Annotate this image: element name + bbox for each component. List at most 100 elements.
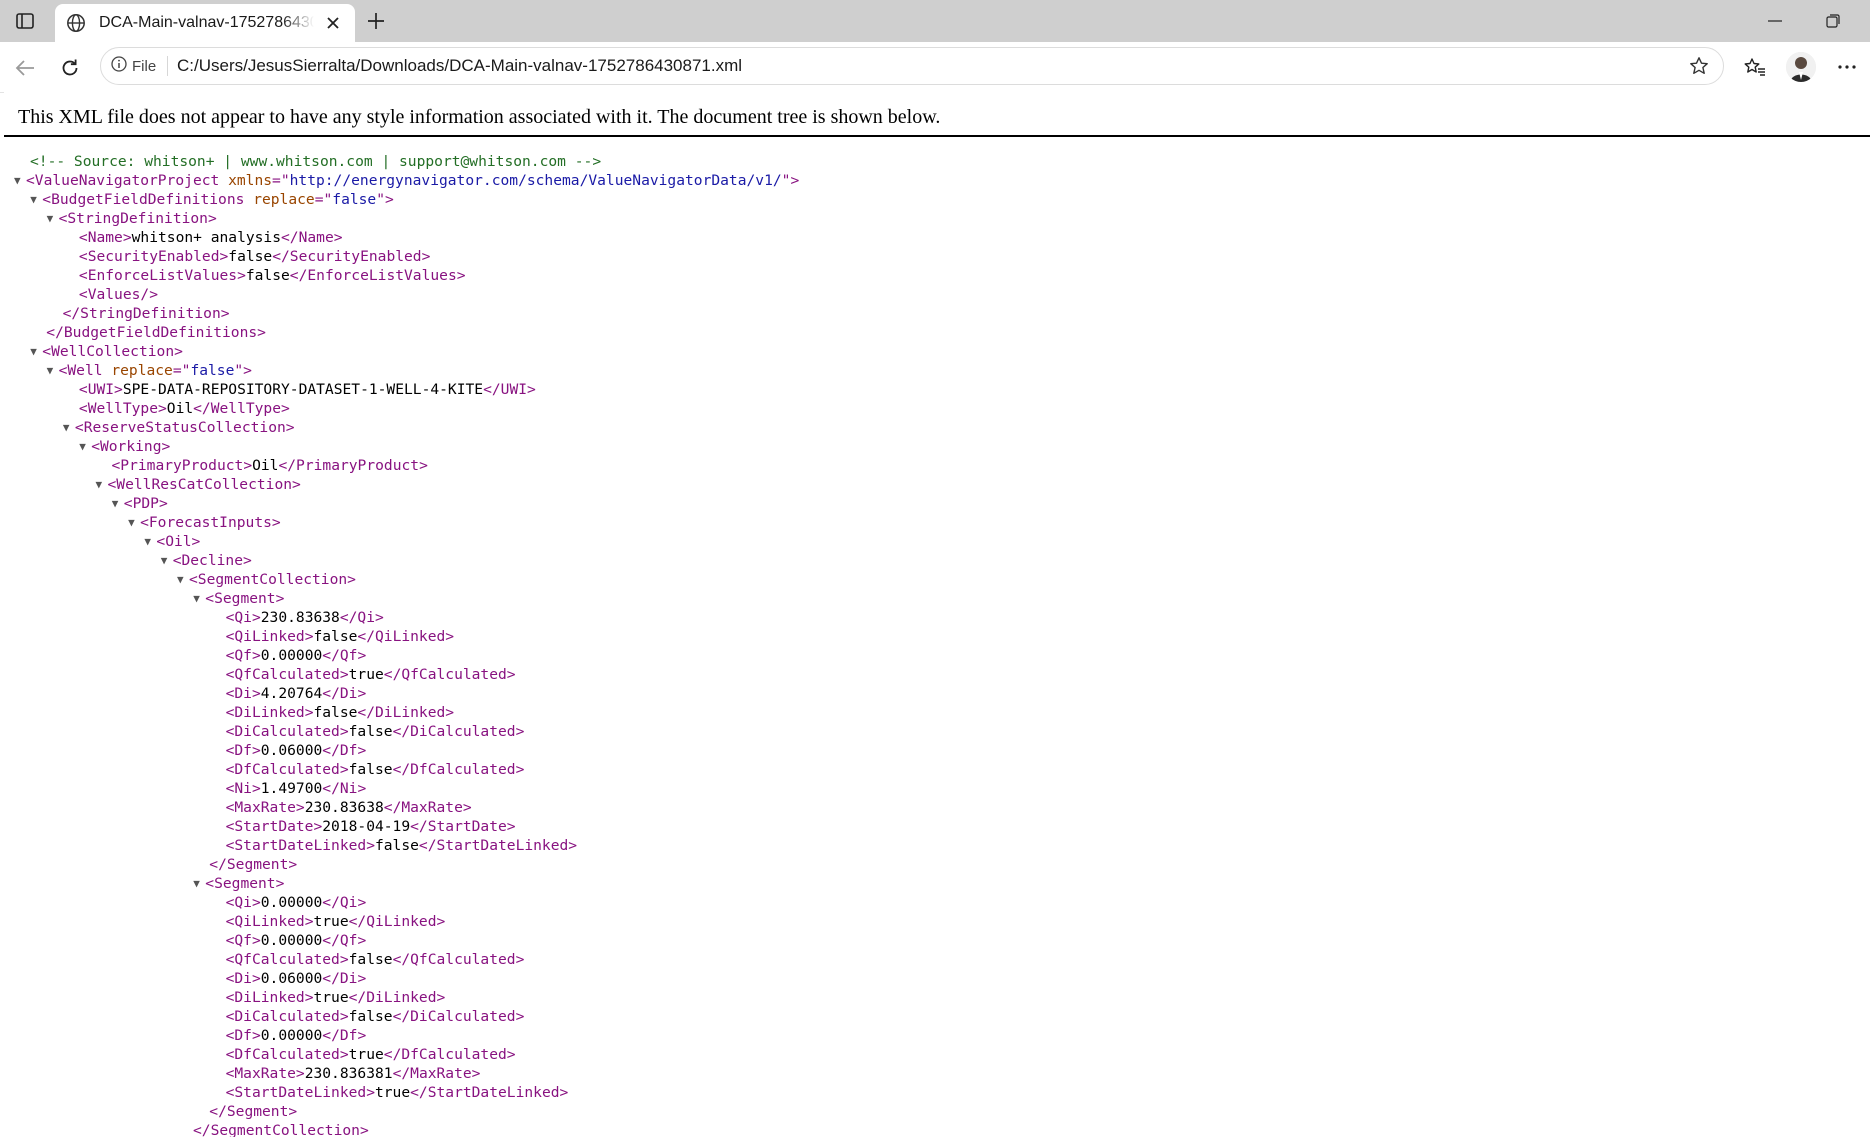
tag-bracket: >	[462, 799, 472, 816]
divider	[167, 56, 168, 76]
tag-bracket: <	[189, 571, 198, 588]
tag-bracket: </	[383, 1046, 402, 1063]
attribute-name: xmlns	[228, 172, 273, 189]
xml-line: <ValueNavigatorProject xmlns="http://ene…	[26, 171, 799, 190]
tag-bracket: >	[295, 799, 305, 816]
tag-bracket: >	[191, 533, 201, 550]
xml-line: <StringDefinition>	[59, 209, 217, 228]
xml-line: <Segment>	[205, 874, 284, 893]
tag-name: QiLinked	[375, 628, 446, 645]
attr-quote: "	[376, 191, 386, 208]
tag-name: QfCalculated	[234, 666, 340, 683]
minimize-icon[interactable]	[1760, 10, 1790, 32]
tag-name: StartDateLinked	[234, 1084, 367, 1101]
element-text: false	[228, 248, 273, 265]
xml-line: <ReserveStatusCollection>	[75, 418, 295, 437]
reload-icon[interactable]	[55, 53, 85, 83]
tag-name: StringDefinition	[67, 210, 208, 227]
close-icon[interactable]	[322, 12, 344, 34]
tag-bracket: </	[278, 457, 297, 474]
tag-bracket: </	[392, 951, 411, 968]
tag-bracket: </	[322, 780, 340, 797]
tab-actions-icon[interactable]	[10, 8, 40, 34]
tag-bracket: >	[243, 457, 253, 474]
tab-title: DCA-Main-valnav-1752786430871.xml	[99, 14, 314, 31]
tag-name: SecurityEnabled	[87, 248, 220, 265]
tag-bracket: >	[243, 552, 252, 569]
tag-name: PrimaryProduct	[120, 457, 244, 474]
tag-bracket: <	[205, 590, 215, 607]
tag-name: StartDateLinked	[427, 1084, 560, 1101]
xml-line: <Well replace="false">	[59, 361, 252, 380]
browser-tab[interactable]: DCA-Main-valnav-1752786430871.xml	[55, 4, 355, 42]
tag-bracket: >	[357, 780, 367, 797]
tag-bracket: </	[410, 1084, 428, 1101]
xml-line: <SecurityEnabled>false</SecurityEnabled>	[79, 247, 431, 266]
tag-name: Ni	[339, 780, 358, 797]
element-text: whitson+ analysis	[131, 229, 282, 246]
tag-bracket: >	[515, 761, 525, 778]
xml-line: <MaxRate>230.83638</MaxRate>	[226, 798, 472, 817]
tag-bracket: >	[288, 1103, 298, 1120]
tag-bracket: >	[515, 951, 525, 968]
tag-bracket: />	[140, 286, 158, 303]
attribute-value: false	[190, 362, 235, 379]
xml-line: <Di>0.06000</Di>	[226, 969, 367, 988]
tag-bracket: >	[419, 457, 428, 474]
url-text[interactable]: C:/Users/JesusSierralta/Downloads/DCA-Ma…	[177, 56, 742, 76]
xml-line: <DiLinked>false</DiLinked>	[226, 703, 455, 722]
tag-name: ReserveStatusCollection	[83, 419, 286, 436]
xml-line: <MaxRate>230.836381</MaxRate>	[226, 1064, 481, 1083]
tag-bracket: <	[78, 400, 88, 417]
tag-bracket: >	[161, 438, 171, 455]
attr-eq: ="	[314, 191, 333, 208]
favorites-icon[interactable]	[1740, 52, 1770, 82]
restore-icon[interactable]	[1818, 10, 1848, 32]
xml-line: <BudgetFieldDefinitions replace="false">	[42, 190, 394, 209]
more-icon[interactable]	[1832, 52, 1862, 82]
tag-bracket: >	[219, 248, 229, 265]
tag-bracket: <	[78, 267, 88, 284]
tag-name: DiCalculated	[234, 1008, 340, 1025]
element-text: false	[348, 723, 393, 740]
address-bar[interactable]: File C:/Users/JesusSierralta/Downloads/D…	[100, 47, 1724, 85]
tag-bracket: >	[357, 932, 367, 949]
tag-name: Ni	[234, 780, 252, 797]
attribute-value: false	[332, 191, 377, 208]
xml-style-notice: This XML file does not appear to have an…	[18, 106, 941, 128]
tag-bracket: <	[26, 172, 35, 189]
tag-name: Di	[234, 685, 252, 702]
tag-bracket: <	[91, 438, 100, 455]
tag-bracket: >	[366, 1084, 375, 1101]
tag-bracket: >	[568, 837, 578, 854]
element-text: 1.49700	[260, 780, 323, 797]
tag-bracket: >	[357, 970, 367, 987]
tag-bracket: >	[281, 400, 290, 417]
tag-bracket: >	[275, 875, 285, 892]
tag-bracket: <	[205, 875, 215, 892]
attribute-name: replace	[111, 362, 173, 379]
element-text: false	[348, 951, 393, 968]
tag-bracket: </	[289, 267, 308, 284]
tag-bracket: >	[339, 1008, 349, 1025]
tag-name: DiCalculated	[410, 723, 516, 740]
element-text: true	[313, 913, 349, 930]
back-arrow-icon[interactable]	[10, 53, 40, 83]
tag-bracket: >	[257, 324, 266, 341]
tag-bracket: >	[347, 571, 356, 588]
tag-bracket: <	[78, 286, 88, 303]
tag-bracket: </	[357, 628, 375, 645]
star-icon[interactable]	[1687, 54, 1711, 78]
tag-bracket: >	[527, 381, 536, 398]
tag-bracket: </	[322, 647, 340, 664]
site-info-button[interactable]: File	[111, 55, 166, 77]
plus-icon[interactable]	[362, 8, 390, 34]
tag-bracket: </	[322, 742, 340, 759]
profile-avatar[interactable]	[1786, 52, 1816, 82]
xml-line: <QfCalculated>true</QfCalculated>	[226, 665, 516, 684]
element-text: 2018-04-19	[322, 818, 411, 835]
xml-line: <Working>	[91, 437, 170, 456]
xml-line: <QfCalculated>false</QfCalculated>	[226, 950, 525, 969]
tag-name: Well	[67, 362, 103, 379]
